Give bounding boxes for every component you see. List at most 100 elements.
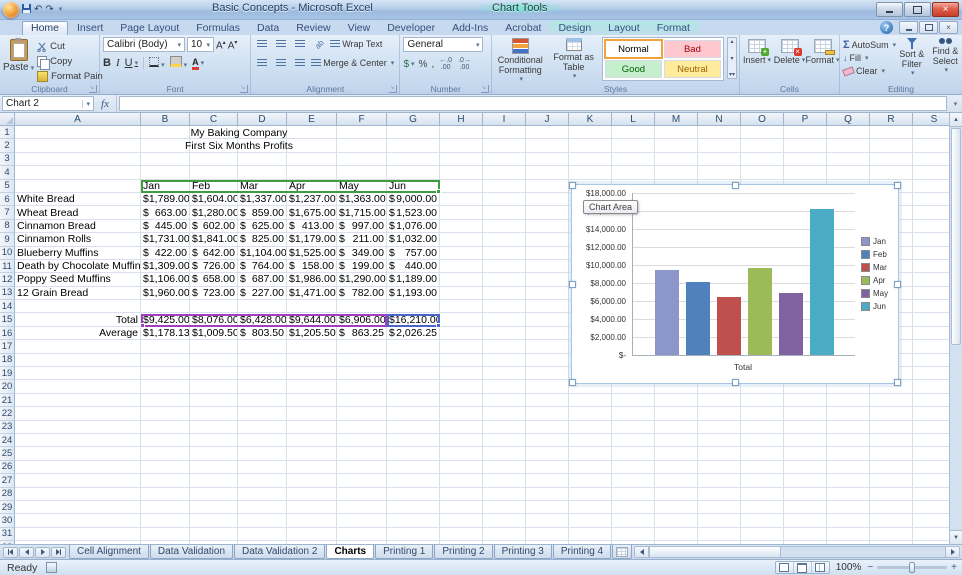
cell-a5[interactable] [15,179,141,193]
horizontal-scroll-thumb[interactable] [649,547,782,557]
cell-f17[interactable] [337,340,387,354]
workbook-minimize-button[interactable] [899,21,918,34]
cell-l2[interactable] [612,139,655,153]
cell-a28[interactable] [15,487,141,501]
cell-q26[interactable] [827,460,870,475]
cell-f13[interactable]: $782.00 [337,286,387,301]
cell-h16[interactable] [440,326,483,341]
cell-h18[interactable] [440,353,483,368]
tab-design[interactable]: Design [550,21,600,35]
chart-resize-handle[interactable] [569,379,576,386]
legend-entry-jun[interactable]: Jun [861,302,888,311]
tab-home[interactable]: Home [22,21,69,35]
cell-h15[interactable] [440,313,483,327]
cell-j27[interactable] [526,474,569,488]
chart-resize-handle[interactable] [894,281,901,288]
cell-j15[interactable] [526,313,569,327]
cell-h20[interactable] [440,380,483,394]
cell-a31[interactable] [15,527,141,542]
column-header-p[interactable]: P [784,113,827,126]
cell-p2[interactable] [784,139,827,153]
cell-h6[interactable] [440,192,483,207]
cell-d21[interactable] [238,393,287,408]
cell-g17[interactable] [387,340,440,354]
cell-d14[interactable] [238,300,287,314]
row-header-28[interactable]: 28 [0,487,15,501]
shrink-font-button[interactable]: A▾ [228,38,238,51]
scroll-right-icon[interactable] [945,547,959,557]
cell-d26[interactable] [238,460,287,475]
cell-k29[interactable] [569,500,612,515]
cell-g12[interactable]: $1,189.00 [387,273,440,287]
cell-q31[interactable] [827,527,870,542]
cell-f6[interactable]: $1,363.00 [337,192,387,207]
cell-b23[interactable] [141,420,190,434]
cell-f1[interactable] [337,126,387,140]
cell-h8[interactable] [440,219,483,234]
cell-e32[interactable] [287,541,337,544]
fill-button[interactable]: ↓ Fill ▾ [843,53,893,63]
cell-i7[interactable] [483,206,526,220]
cell-l32[interactable] [612,541,655,544]
cell-b9[interactable]: $1,731.00 [141,233,190,247]
cell-r3[interactable] [870,152,913,167]
font-size-select[interactable]: 10 ▾ [187,37,214,52]
increase-decimal-button[interactable]: ←.0.00 [438,56,453,72]
cell-a29[interactable] [15,500,141,515]
row-header-23[interactable]: 23 [0,420,15,434]
cell-i14[interactable] [483,300,526,314]
row-header-30[interactable]: 30 [0,514,15,528]
cell-c19[interactable] [190,367,238,381]
cell-f29[interactable] [337,500,387,515]
cell-p27[interactable] [784,474,827,488]
cell-m28[interactable] [655,487,698,501]
cell-a30[interactable] [15,514,141,528]
cell-f11[interactable]: $199.00 [337,259,387,274]
underline-button[interactable]: U ▾ [125,57,138,69]
cell-b6[interactable]: $1,789.00 [141,192,190,207]
row-header-14[interactable]: 14 [0,300,15,314]
cell-n29[interactable] [698,500,741,515]
cell-e8[interactable]: $413.00 [287,219,337,234]
chart-resize-handle[interactable] [732,182,739,189]
cell-i3[interactable] [483,152,526,167]
cell-k26[interactable] [569,460,612,475]
cell-m4[interactable] [655,166,698,180]
cell-e11[interactable]: $158.00 [287,259,337,274]
cell-d25[interactable] [238,447,287,461]
chart-object[interactable]: $18,000.00$16,000.00$14,000.00$12,000.00… [569,182,901,386]
cell-f21[interactable] [337,393,387,408]
cell-a23[interactable] [15,420,141,434]
tab-developer[interactable]: Developer [379,21,443,35]
cell-a3[interactable] [15,152,141,167]
cell-h17[interactable] [440,340,483,354]
cell-q4[interactable] [827,166,870,180]
orientation-button[interactable]: ab [311,37,327,51]
cell-g10[interactable]: $757.00 [387,246,440,260]
cell-d27[interactable] [238,474,287,488]
cell-n30[interactable] [698,514,741,528]
tab-layout[interactable]: Layout [600,21,648,35]
cell-j14[interactable] [526,300,569,314]
align-left-button[interactable] [254,56,270,70]
cell-a10[interactable]: Blueberry Muffins [15,246,141,260]
cell-e31[interactable] [287,527,337,542]
name-box[interactable]: Chart 2 ▾ [2,96,94,111]
cell-p31[interactable] [784,527,827,542]
cell-k21[interactable] [569,393,612,408]
cell-c17[interactable] [190,340,238,354]
select-all-corner[interactable] [0,113,15,126]
cell-r31[interactable] [870,527,913,542]
tab-acrobat[interactable]: Acrobat [497,21,549,35]
cell-e27[interactable] [287,474,337,488]
scroll-down-icon[interactable]: ▼ [950,530,962,544]
cell-f2[interactable] [337,139,387,153]
font-color-button[interactable]: A ▾ [192,56,204,70]
cell-a1[interactable] [15,126,141,140]
cell-style-good[interactable]: Good [604,60,662,78]
cell-o24[interactable] [741,433,784,448]
cell-f32[interactable] [337,541,387,544]
dialog-launcher-icon[interactable]: ↘ [389,85,398,93]
cell-g26[interactable] [387,460,440,475]
cell-o29[interactable] [741,500,784,515]
